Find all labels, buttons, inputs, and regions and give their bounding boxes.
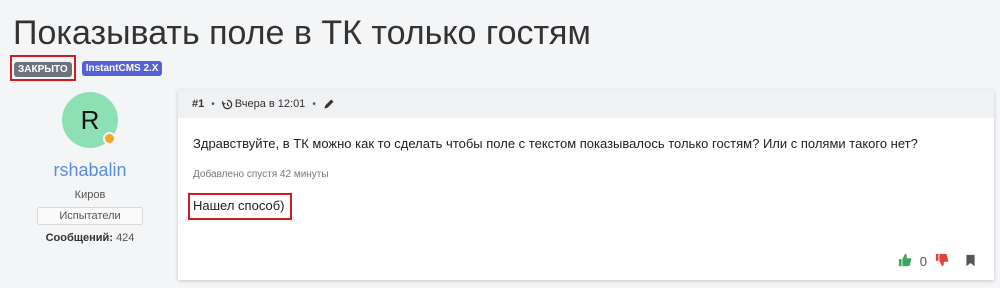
closed-badge: ЗАКРЫТО <box>14 62 72 77</box>
post-addition-text: Нашел способ) <box>193 198 285 213</box>
post-text: Здравствуйте, в ТК можно как то сделать … <box>193 136 918 151</box>
thumbs-up-icon[interactable] <box>898 253 912 270</box>
topic-badges: ЗАКРЫТО InstantCMS 2.X <box>10 55 163 81</box>
history-icon <box>221 99 233 110</box>
author-message-count: Сообщений: 424 <box>30 232 150 244</box>
cms-version-badge[interactable]: InstantCMS 2.X <box>81 60 163 76</box>
author-city: Киров <box>74 189 106 201</box>
online-status-dot <box>103 132 116 145</box>
post-card: #1 • Вчера в 12:01 • Здравствуйте, в ТК … <box>178 90 994 280</box>
author-group-badge: Испытатели <box>37 207 143 225</box>
messages-label: Сообщений: <box>45 232 113 244</box>
closed-badge-highlight: ЗАКРЫТО <box>10 55 76 81</box>
post-number-link[interactable]: #1 <box>192 98 204 110</box>
separator-dot: • <box>312 98 316 110</box>
post-date: Вчера в 12:01 <box>234 98 306 110</box>
author-panel: R rshabalin Киров Испытатели Сообщений: … <box>30 92 150 244</box>
added-note: Добавлено спустя 42 минуты <box>193 169 329 180</box>
author-username-link[interactable]: rshabalin <box>30 160 150 181</box>
avatar-initial: R <box>80 104 100 135</box>
page-title: Показывать поле в ТК только гостям <box>13 14 591 52</box>
avatar[interactable]: R <box>62 92 118 148</box>
post-body: Здравствуйте, в ТК можно как то сделать … <box>178 118 994 220</box>
post-actions: 0 <box>898 253 976 270</box>
messages-count: 424 <box>116 232 135 244</box>
rating-value: 0 <box>919 254 927 269</box>
addition-highlight: Нашел способ) <box>188 193 293 220</box>
bookmark-icon[interactable] <box>965 254 976 270</box>
pencil-icon[interactable] <box>323 98 335 110</box>
post-header: #1 • Вчера в 12:01 • <box>178 90 994 118</box>
thumbs-down-icon[interactable] <box>935 253 949 270</box>
separator-dot: • <box>211 98 215 110</box>
